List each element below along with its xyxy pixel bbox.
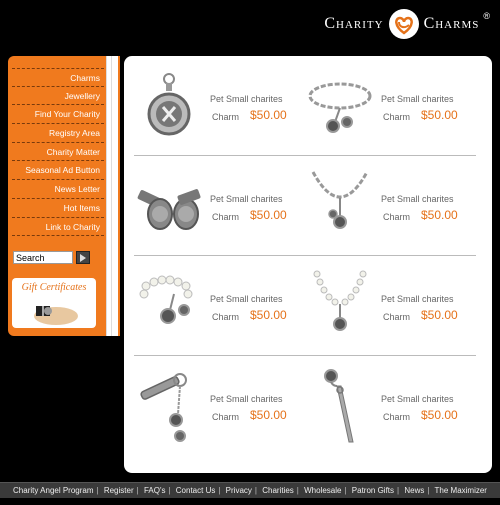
product-card[interactable]: Pet Small charites Charm $50.00 <box>305 256 476 356</box>
sidebar-item-registry-area[interactable]: Registry Area <box>12 124 104 143</box>
product-card[interactable]: Pet Small charites Charm $50.00 <box>305 356 476 456</box>
footer-separator: | <box>96 486 99 495</box>
product-grid: Pet Small charites Charm $50.00 Pet Smal… <box>124 56 492 473</box>
chain-bracelet-icon <box>308 82 372 133</box>
footer-separator: | <box>136 486 139 495</box>
sidebar-item-news-letter[interactable]: News Letter <box>12 180 104 199</box>
footer-nav: Charity Angel Program | Register | FAQ's | … <box>0 482 500 498</box>
sidebar: Charms Jewellery Find Your Charity Regis… <box>8 56 120 336</box>
footer-link-faqs[interactable]: FAQ's <box>144 486 166 495</box>
product-name[interactable]: Pet Small charites <box>381 194 454 204</box>
footer-link-news[interactable]: News <box>404 486 424 495</box>
product-price: $50.00 <box>250 108 287 122</box>
product-label: Charm <box>383 312 411 322</box>
charity-charms-logo[interactable]: Charity Charms ® <box>324 6 490 42</box>
product-label: Charm <box>383 412 411 422</box>
footer-separator: | <box>218 486 221 495</box>
product-price: $50.00 <box>421 208 458 222</box>
product-label: Charm <box>383 212 411 222</box>
key-chain-icon <box>140 373 187 442</box>
pearl-necklace-icon <box>313 270 367 331</box>
product-price: $50.00 <box>421 408 458 422</box>
footer-link-contact-us[interactable]: Contact Us <box>176 486 216 495</box>
sidebar-item-link-to-charity[interactable]: Link to Charity <box>12 218 104 237</box>
product-label: Charm <box>212 112 240 122</box>
product-price: $50.00 <box>421 108 458 122</box>
product-name[interactable]: Pet Small charites <box>210 194 283 204</box>
product-price: $50.00 <box>421 308 458 322</box>
sidebar-item-hot-items[interactable]: Hot Items <box>12 199 104 218</box>
product-label: Charm <box>383 112 411 122</box>
product-card[interactable]: Pet Small charites Charm $50.00 <box>134 256 305 356</box>
product-name[interactable]: Pet Small charites <box>381 294 454 304</box>
logo-right-word: Charms <box>423 15 480 32</box>
sidebar-item-charity-matter[interactable]: Charity Matter <box>12 143 104 162</box>
product-name[interactable]: Pet Small charites <box>210 94 283 104</box>
search-row <box>13 251 90 264</box>
product-label: Charm <box>212 212 240 222</box>
search-input[interactable] <box>13 251 73 264</box>
footer-link-register[interactable]: Register <box>104 486 134 495</box>
product-label: Charm <box>212 312 240 322</box>
footer-link-charity-angel-program[interactable]: Charity Angel Program <box>13 486 93 495</box>
registered-mark: ® <box>483 11 490 21</box>
footer-link-wholesale[interactable]: Wholesale <box>304 486 341 495</box>
sidebar-item-find-your-charity[interactable]: Find Your Charity <box>12 105 104 125</box>
product-row: Pet Small charites Charm $50.00 Pet Smal… <box>134 156 476 256</box>
bookmark-icon <box>324 369 354 443</box>
product-name[interactable]: Pet Small charites <box>210 394 283 404</box>
chain-necklace-icon <box>311 171 369 229</box>
product-row: Pet Small charites Charm $50.00 Pet Smal… <box>134 256 476 356</box>
footer-link-charities[interactable]: Charities <box>262 486 294 495</box>
product-row: Pet Small charites Charm $50.00 Pet Smal… <box>134 356 476 456</box>
product-card[interactable]: Pet Small charites Charm $50.00 <box>305 56 476 156</box>
footer-separator: | <box>397 486 400 495</box>
footer-link-the-maximizer[interactable]: The Maximizer <box>435 486 487 495</box>
sidebar-nav: Charms Jewellery Find Your Charity Regis… <box>12 68 104 237</box>
cufflinks-icon <box>137 189 201 230</box>
product-price: $50.00 <box>250 408 287 422</box>
footer-separator: | <box>296 486 299 495</box>
sidebar-divider-strip <box>106 56 118 336</box>
sidebar-item-jewellery[interactable]: Jewellery <box>12 87 104 106</box>
product-price: $50.00 <box>250 308 287 322</box>
charm-pendant-icon <box>147 73 191 136</box>
product-card[interactable]: Pet Small charites Charm $50.00 <box>305 156 476 256</box>
product-card[interactable]: Pet Small charites Charm $50.00 <box>134 356 305 456</box>
pearl-bracelet-icon <box>139 275 193 324</box>
footer-separator: | <box>168 486 171 495</box>
product-card[interactable]: Pet Small charites Charm $50.00 <box>134 56 305 156</box>
gift-certificates-title: Gift Certificates <box>21 282 87 293</box>
product-card[interactable]: Pet Small charites Charm $50.00 <box>134 156 305 256</box>
footer-separator: | <box>427 486 430 495</box>
heart-emblem-icon <box>388 9 419 39</box>
product-row: Pet Small charites Charm $50.00 Pet Smal… <box>134 56 476 156</box>
gift-hand-icon <box>34 306 78 325</box>
gift-certificates-banner[interactable]: Gift Certificates <box>12 278 96 328</box>
product-name[interactable]: Pet Small charites <box>210 294 283 304</box>
product-name[interactable]: Pet Small charites <box>381 394 454 404</box>
footer-separator: | <box>344 486 347 495</box>
footer-separator: | <box>254 486 257 495</box>
sidebar-item-charms[interactable]: Charms <box>12 68 104 87</box>
product-name[interactable]: Pet Small charites <box>381 94 454 104</box>
sidebar-item-seasonal-ad-button[interactable]: Seasonal Ad Button <box>12 161 104 181</box>
arrow-right-icon <box>80 253 86 262</box>
footer-link-privacy[interactable]: Privacy <box>226 486 252 495</box>
product-price: $50.00 <box>250 208 287 222</box>
product-label: Charm <box>212 412 240 422</box>
search-go-button[interactable] <box>76 251 90 264</box>
footer-link-patron-gifts[interactable]: Patron Gifts <box>352 486 394 495</box>
logo-left-word: Charity <box>324 15 384 32</box>
